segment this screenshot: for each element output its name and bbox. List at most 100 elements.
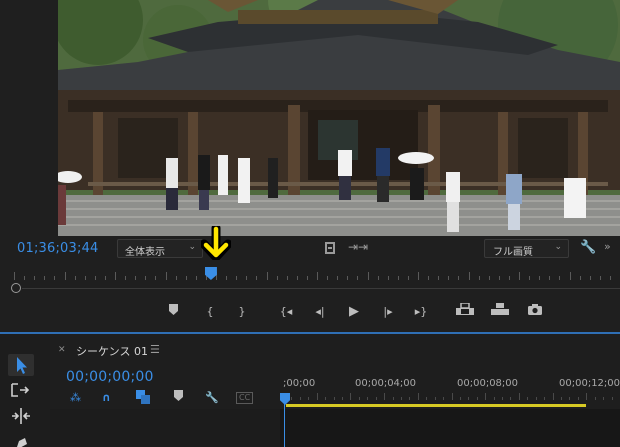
panel-menu-icon[interactable]: ☰	[150, 343, 160, 356]
program-time-ruler[interactable]	[14, 266, 620, 280]
export-frame-arrow-icon[interactable]: ⇥⇥	[348, 240, 368, 254]
timeline-ruler[interactable]: ;00;00 00;00;04;00 00;00;08;00 00;00;12;…	[283, 378, 620, 400]
ruler-tick	[561, 397, 563, 400]
ruler-label: 00;00;08;00	[457, 378, 519, 389]
ruler-tick	[426, 397, 428, 400]
go-to-out-icon[interactable]: ▸}	[410, 302, 432, 322]
ruler-tick	[299, 397, 301, 400]
ruler-tick	[417, 393, 419, 400]
ruler-tick	[443, 397, 445, 400]
ruler-label: ;00;00	[283, 378, 316, 389]
ruler-tick	[205, 276, 207, 280]
extract-icon[interactable]	[489, 302, 511, 322]
mark-out-icon[interactable]: }	[235, 302, 249, 322]
ruler-tick	[266, 272, 268, 280]
step-forward-icon[interactable]: |▸	[378, 302, 398, 322]
ruler-tick	[325, 397, 327, 400]
ruler-tick	[104, 276, 106, 280]
fit-zoom-select[interactable]: 全体表示 ⌄	[117, 239, 203, 258]
monitor-controls-row: 01;36;03;44 全体表示 ⌄ ⇥⇥ フル画質 ⌄ 🔧 »	[0, 236, 620, 262]
ruler-tick	[135, 276, 137, 280]
ruler-tick	[529, 276, 531, 280]
program-monitor: 01;36;03;44 全体表示 ⌄ ⇥⇥ フル画質 ⌄ 🔧 » { } {◂ …	[0, 0, 620, 332]
go-to-in-icon[interactable]: {◂	[276, 302, 296, 322]
settings-wrench-icon[interactable]: 🔧	[580, 240, 596, 255]
captions-icon[interactable]: CC	[236, 392, 254, 404]
program-timecode[interactable]: 01;36;03;44	[17, 241, 99, 256]
ruler-tick	[195, 276, 197, 280]
ruler-tick	[609, 276, 611, 280]
ruler-tick	[74, 276, 76, 280]
ruler-tick	[333, 397, 335, 400]
ruler-tick	[485, 393, 487, 400]
ruler-tick	[367, 272, 369, 280]
add-marker-icon[interactable]	[174, 390, 183, 406]
sequence-timecode[interactable]: 00;00;00;00	[66, 369, 154, 385]
razor-tool-button[interactable]	[8, 405, 34, 427]
ruler-tick	[518, 393, 520, 400]
nest-insert-icon[interactable]: ⁂	[70, 390, 81, 406]
transport-controls: { } {◂ ◂| ▶ |▸ ▸}	[0, 302, 620, 322]
safe-margin-icon[interactable]	[325, 242, 335, 254]
ruler-tick	[599, 276, 601, 280]
ruler-tick	[549, 276, 551, 280]
step-back-icon[interactable]: ◂|	[310, 302, 330, 322]
ruler-tick	[165, 272, 167, 280]
sequence-tools-row: ⁂ ∩ 🔧 CC	[50, 390, 280, 406]
snap-icon[interactable]: ∩	[102, 390, 111, 406]
ruler-tick	[552, 393, 554, 400]
timeline-panel: ✕ シーケンス 01 ☰ 00;00;00;00 ⁂ ∩ 🔧 CC ;00;00…	[50, 334, 620, 447]
settings-wrench-icon[interactable]: 🔧	[205, 390, 219, 406]
ruler-tick	[308, 397, 310, 400]
ruler-tick	[296, 276, 298, 280]
panel-overflow-icon[interactable]: »	[604, 240, 611, 253]
ruler-tick	[459, 397, 461, 400]
zoom-scroll-bar[interactable]	[14, 283, 620, 293]
ruler-tick	[34, 276, 36, 280]
ruler-tick	[306, 276, 308, 280]
ruler-tick	[64, 272, 66, 280]
ruler-tick	[291, 397, 293, 400]
mark-in-icon[interactable]: {	[203, 302, 217, 322]
ruler-tick	[226, 276, 228, 280]
add-marker-icon[interactable]	[166, 302, 180, 322]
ripple-edit-tool-button[interactable]	[8, 380, 34, 402]
ruler-tick	[559, 276, 561, 280]
chevron-down-icon: ⌄	[188, 242, 196, 252]
ruler-tick	[488, 276, 490, 280]
ruler-tick	[577, 397, 579, 400]
lift-icon[interactable]	[454, 302, 476, 322]
ruler-tick	[498, 276, 500, 280]
ruler-tick	[400, 397, 402, 400]
close-icon[interactable]: ✕	[58, 345, 66, 355]
ruler-tick	[603, 397, 605, 400]
ruler-tick	[341, 397, 343, 400]
play-icon[interactable]: ▶	[343, 302, 365, 322]
ruler-tick	[54, 276, 56, 280]
ruler-tick	[316, 393, 318, 400]
ruler-label: 00;00;04;00	[355, 378, 417, 389]
zoom-scroll-handle[interactable]	[11, 283, 21, 293]
track-area[interactable]	[50, 409, 620, 447]
ruler-tick	[367, 397, 369, 400]
ruler-tick	[569, 272, 571, 280]
playback-quality-select[interactable]: フル画質 ⌄	[484, 239, 569, 258]
linked-selection-icon[interactable]	[136, 390, 150, 406]
selection-tool-button[interactable]	[8, 354, 34, 376]
ruler-tick	[256, 276, 258, 280]
pen-tool-button[interactable]	[8, 430, 34, 447]
work-area-bar[interactable]	[286, 404, 586, 407]
ruler-tick	[458, 276, 460, 280]
ruler-tick	[317, 272, 318, 280]
ruler-tick	[347, 276, 349, 280]
export-frame-icon[interactable]	[525, 302, 545, 322]
ruler-tick	[357, 276, 359, 280]
ruler-tick	[145, 276, 147, 280]
ruler-tick	[468, 272, 470, 280]
ruler-tick	[544, 397, 546, 400]
ruler-tick	[428, 276, 430, 280]
chevron-down-icon: ⌄	[554, 242, 562, 252]
sequence-tab-title[interactable]: シーケンス 01	[76, 343, 148, 359]
ruler-tick	[246, 276, 248, 280]
ruler-tick	[434, 397, 436, 400]
